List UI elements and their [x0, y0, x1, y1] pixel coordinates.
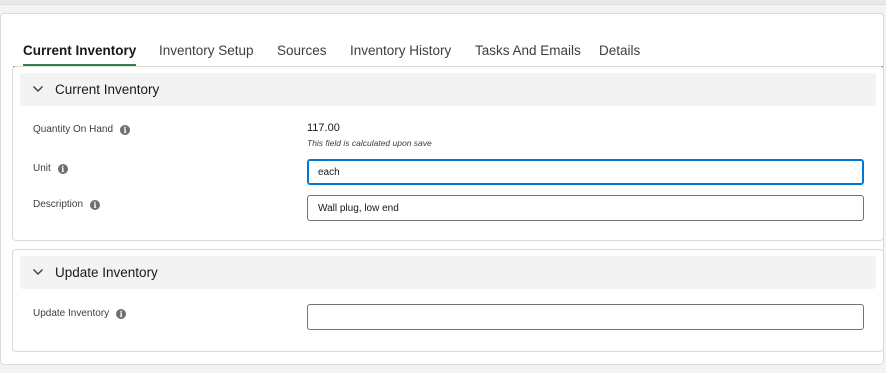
quantity-help-text: This field is calculated upon save: [307, 138, 432, 148]
update-inventory-label: Update Inventory i: [33, 307, 127, 321]
field-label-text: Update Inventory: [33, 308, 110, 319]
description-input[interactable]: [307, 195, 864, 221]
tab-tasks-and-emails[interactable]: Tasks And Emails: [475, 27, 581, 66]
info-icon[interactable]: i: [116, 309, 127, 319]
tab-label: Current Inventory: [23, 43, 137, 58]
tab-label: Sources: [277, 43, 327, 58]
current-inventory-section-header[interactable]: Current Inventory: [20, 73, 876, 106]
tab-label: Details: [599, 43, 641, 58]
tab-sources[interactable]: Sources: [277, 27, 327, 66]
tab-label: Tasks And Emails: [475, 43, 581, 58]
tab-current-inventory[interactable]: Current Inventory: [23, 27, 137, 67]
tab-details[interactable]: Details: [599, 27, 640, 66]
tab-bar: Current Inventory Inventory Setup Source…: [13, 27, 883, 67]
unit-label: Unit i: [33, 162, 68, 176]
tab-label: Inventory History: [350, 43, 452, 58]
top-strip: [0, 0, 886, 5]
update-inventory-section: Update Inventory Update Inventory i: [12, 249, 884, 352]
record-card: Current Inventory Inventory Setup Source…: [0, 13, 884, 365]
section-title: Current Inventory: [55, 82, 160, 97]
tab-inventory-setup[interactable]: Inventory Setup: [159, 27, 254, 66]
tab-inventory-history[interactable]: Inventory History: [350, 27, 451, 66]
update-inventory-section-header[interactable]: Update Inventory: [20, 256, 876, 289]
description-label: Description i: [33, 198, 101, 212]
section-title: Update Inventory: [55, 265, 158, 280]
tab-label: Inventory Setup: [159, 43, 254, 58]
info-icon[interactable]: i: [90, 200, 101, 210]
current-inventory-section: Current Inventory Quantity On Hand i 117.…: [12, 66, 884, 241]
unit-input[interactable]: [307, 159, 864, 185]
chevron-down-icon: [33, 269, 43, 275]
quantity-on-hand-value: 117.00: [307, 122, 340, 134]
update-inventory-input[interactable]: [307, 304, 864, 330]
info-icon[interactable]: i: [57, 164, 68, 174]
quantity-on-hand-label: Quantity On Hand i: [33, 123, 131, 137]
chevron-down-icon: [33, 86, 43, 92]
field-label-text: Unit: [33, 163, 51, 174]
info-icon[interactable]: i: [120, 125, 131, 135]
field-label-text: Quantity On Hand: [33, 124, 114, 135]
field-label-text: Description: [33, 199, 84, 210]
